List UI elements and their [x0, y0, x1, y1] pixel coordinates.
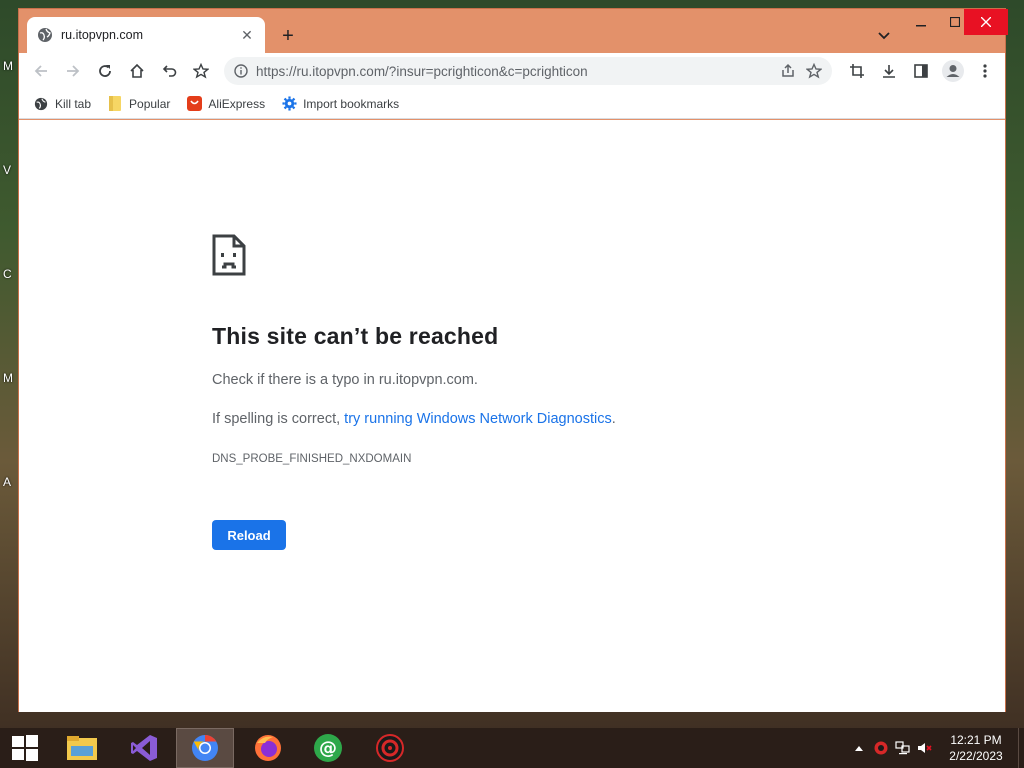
- mail-at-icon[interactable]: @: [300, 728, 356, 768]
- visual-studio-icon[interactable]: [116, 728, 172, 768]
- svg-text:@: @: [319, 738, 337, 759]
- star-icon[interactable]: [185, 57, 217, 85]
- menu-kebab-icon[interactable]: [969, 57, 1001, 85]
- new-tab-button[interactable]: +: [277, 25, 299, 47]
- bookmarks-bar: Kill tab Popular AliExpress Import bookm…: [19, 89, 1005, 119]
- error-code: DNS_PROBE_FINISHED_NXDOMAIN: [212, 453, 412, 465]
- chrome-icon[interactable]: [176, 728, 234, 768]
- bookmark-star-icon[interactable]: [806, 63, 822, 79]
- profile-avatar-icon[interactable]: [937, 57, 969, 85]
- desktop-label: A: [3, 475, 12, 489]
- site-info-icon[interactable]: [234, 64, 248, 78]
- clock[interactable]: 12:21 PM 2/22/2023: [940, 732, 1012, 764]
- error-title: This site can’t be reached: [212, 323, 499, 349]
- show-desktop-button[interactable]: [1018, 728, 1024, 768]
- network-diagnostics-link[interactable]: try running Windows Network Diagnostics: [344, 411, 612, 427]
- forward-button[interactable]: [57, 57, 89, 85]
- suggestion-prefix: If spelling is correct,: [212, 411, 345, 427]
- antivirus-tray-icon[interactable]: [870, 728, 892, 768]
- bookmark-label: AliExpress: [208, 96, 266, 111]
- aliexpress-icon: [186, 96, 202, 112]
- bookmark-popular[interactable]: Popular: [107, 96, 170, 112]
- minimize-button[interactable]: [904, 9, 938, 35]
- bookmark-aliexpress[interactable]: AliExpress: [186, 96, 265, 112]
- undo-icon[interactable]: [153, 57, 185, 85]
- browser-tab[interactable]: ru.itopvpn.com ✕: [27, 17, 265, 53]
- desktop-label: M: [3, 371, 13, 385]
- bookmark-label: Kill tab: [55, 96, 92, 111]
- bookmark-kill-tab[interactable]: Kill tab: [33, 96, 91, 112]
- browser-window: ru.itopvpn.com ✕ + https://ru.itopvpn.co…: [18, 8, 1008, 712]
- address-bar[interactable]: https://ru.itopvpn.com/?insur=pcrightico…: [224, 57, 832, 85]
- error-suggestion-typo: Check if there is a typo in ru.itopvpn.c…: [212, 372, 478, 388]
- bookmark-import[interactable]: Import bookmarks: [281, 96, 399, 112]
- desktop-label: C: [3, 267, 12, 281]
- desktop-label: V: [3, 163, 12, 177]
- share-icon[interactable]: [780, 63, 796, 79]
- sad-page-icon: [212, 234, 246, 281]
- reload-button[interactable]: Reload: [212, 520, 286, 550]
- system-tray: 12:21 PM 2/22/2023: [848, 728, 1024, 768]
- url-text[interactable]: https://ru.itopvpn.com/?insur=pcrightico…: [256, 64, 780, 79]
- back-button[interactable]: [25, 57, 57, 85]
- antivirus-icon[interactable]: [362, 728, 418, 768]
- close-window-button[interactable]: [964, 9, 1008, 35]
- page-content: This site can’t be reached Check if ther…: [19, 120, 1005, 712]
- firefox-icon[interactable]: [240, 728, 296, 768]
- tab-title: ru.itopvpn.com: [61, 28, 143, 42]
- clock-time: 12:21 PM: [950, 733, 1002, 747]
- network-icon[interactable]: [892, 728, 914, 768]
- clock-date: 2/22/2023: [949, 749, 1003, 763]
- volume-muted-icon[interactable]: [914, 728, 936, 768]
- desktop-label: M: [3, 59, 13, 73]
- title-bar: ru.itopvpn.com ✕ +: [19, 9, 1008, 53]
- chevron-up-icon[interactable]: [848, 728, 870, 768]
- gear-icon: [281, 96, 297, 112]
- globe-icon: [33, 96, 49, 112]
- bookmark-label: Import bookmarks: [303, 96, 400, 111]
- home-icon[interactable]: [121, 57, 153, 85]
- start-icon[interactable]: [0, 728, 50, 768]
- reload-icon[interactable]: [89, 57, 121, 85]
- crop-icon[interactable]: [841, 57, 873, 85]
- suggestion-suffix: .: [611, 411, 616, 427]
- globe-icon: [37, 27, 53, 43]
- side-panel-icon[interactable]: [905, 57, 937, 85]
- folder-icon: [107, 96, 123, 112]
- close-tab-icon[interactable]: ✕: [239, 27, 255, 43]
- bookmark-label: Popular: [129, 96, 171, 111]
- taskbar: @ 12:21 PM 2/22/2023: [0, 728, 1024, 768]
- download-icon[interactable]: [873, 57, 905, 85]
- chevron-down-icon[interactable]: [875, 27, 893, 45]
- file-explorer-icon[interactable]: [54, 728, 110, 768]
- toolbar: https://ru.itopvpn.com/?insur=pcrightico…: [19, 53, 1005, 89]
- error-suggestion-diagnostics: If spelling is correct, try running Wind…: [212, 411, 616, 427]
